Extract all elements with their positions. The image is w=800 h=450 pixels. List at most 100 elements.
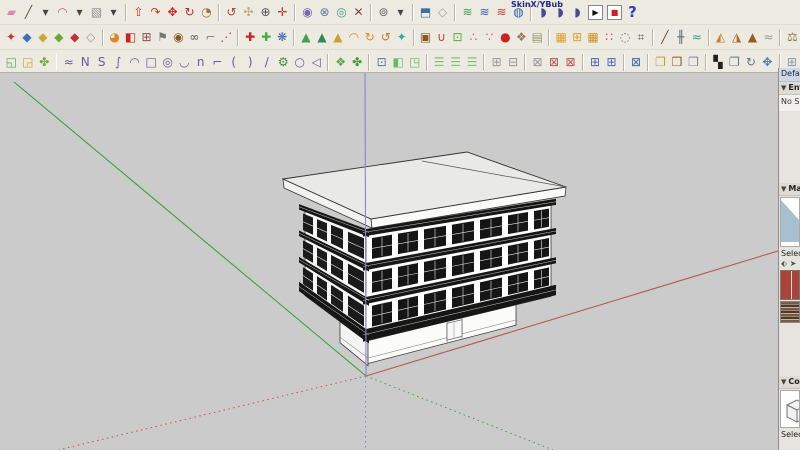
dotted-arc-button[interactable]: ⋰ — [218, 27, 234, 48]
grid-orange-3-button[interactable]: ▦ — [585, 27, 601, 48]
dots-pink-2-button[interactable]: ∵ — [481, 27, 497, 48]
snap-icon-3-button[interactable]: ✤ — [36, 52, 53, 73]
wedge-tool-button[interactable]: ◁ — [308, 52, 325, 73]
curl-orange-button[interactable]: ↻ — [362, 27, 378, 48]
round-tool-3-button[interactable]: ◎ — [333, 2, 350, 23]
tree-green-2-button[interactable]: ▲ — [314, 27, 330, 48]
grid-blue-1-button[interactable]: ⊞ — [587, 52, 604, 73]
3d-viewport[interactable] — [0, 72, 778, 450]
list-green-plus-button[interactable]: ☰ — [447, 52, 464, 73]
arc-tool-button[interactable]: ◠ — [54, 2, 71, 23]
dots-red-button[interactable]: ∷ — [601, 27, 617, 48]
n-curve-button[interactable]: n — [192, 52, 209, 73]
help-button[interactable]: ? — [624, 2, 641, 23]
leaf-icon-2-button[interactable]: ✤ — [349, 52, 366, 73]
offset-tool-button[interactable]: ◔ — [198, 2, 215, 23]
stop-button[interactable]: ■ — [607, 5, 622, 20]
list-green-minus-button[interactable]: ☰ — [464, 52, 481, 73]
grid-blue-2-button[interactable]: ⊞ — [603, 52, 620, 73]
grid-blue-3-button[interactable]: ⊠ — [628, 52, 645, 73]
tag-minus-button[interactable]: ⊟ — [505, 52, 522, 73]
round-tool-2-button[interactable]: ⊗ — [316, 2, 333, 23]
materials-header[interactable]: ▼Ma — [779, 183, 800, 196]
followme-tool-button[interactable]: ↷ — [147, 2, 164, 23]
rotate-tool-button[interactable]: ↻ — [181, 2, 198, 23]
swap-tool-button[interactable]: ✕ — [350, 2, 367, 23]
wrench-icon-button[interactable]: ⚙ — [275, 52, 292, 73]
ellipse-tool-button[interactable]: ○ — [291, 52, 308, 73]
swoosh-teal-button[interactable]: ≈ — [689, 27, 705, 48]
stack-green-button[interactable]: ≋ — [459, 2, 476, 23]
table-icon-button[interactable]: ⊞ — [139, 27, 155, 48]
diamond-yellow-button[interactable]: ◆ — [35, 27, 51, 48]
rotate-small-button[interactable]: ↻ — [743, 52, 760, 73]
material-texture-swatch[interactable] — [780, 301, 800, 323]
materials-nav-icons[interactable]: ⬖ ➤ — [779, 258, 800, 269]
star-teal-button[interactable]: ✦ — [394, 27, 410, 48]
circle-dot-button[interactable]: ◎ — [159, 52, 176, 73]
crate-green-button[interactable]: ⊡ — [450, 27, 466, 48]
comp-yellow-button[interactable]: ❒ — [652, 52, 669, 73]
play-button[interactable]: ▶ — [588, 5, 603, 20]
entity-info-header[interactable]: ▼Ent — [779, 82, 800, 95]
pencil-tool-button[interactable]: ╱ — [657, 27, 673, 48]
stack-blue-button[interactable]: ≋ — [476, 2, 493, 23]
gate-icon-button[interactable]: ╫ — [673, 27, 689, 48]
comp-brown-button[interactable]: ❒ — [669, 52, 686, 73]
spline-tool-button[interactable]: ∫ — [110, 52, 127, 73]
fence-icon-button[interactable]: ▤ — [529, 27, 545, 48]
dots-pink-1-button[interactable]: ∴ — [465, 27, 481, 48]
arc-low-button[interactable]: ◡ — [176, 52, 193, 73]
snap-icon-1-button[interactable]: ◱ — [3, 52, 20, 73]
active-material-swatch[interactable] — [780, 270, 800, 300]
dropdown-arc-button[interactable]: ▾ — [71, 2, 88, 23]
dog-icon-button[interactable]: ◉ — [170, 27, 186, 48]
loop-orange-button[interactable]: ↺ — [378, 27, 394, 48]
snowflake-blue-button[interactable]: ❋ — [274, 27, 290, 48]
grid-orange-2-button[interactable]: ⊞ — [569, 27, 585, 48]
rectangle-tool-button[interactable]: ▧ — [88, 2, 105, 23]
move-tool-button[interactable]: ✥ — [164, 2, 181, 23]
components-select-tab[interactable]: Select — [779, 429, 800, 439]
ball-red-button[interactable]: ● — [497, 27, 513, 48]
move-blue-button[interactable]: ✥ — [759, 52, 776, 73]
bezier-tool-button[interactable]: S — [93, 52, 110, 73]
orbit-tool-button[interactable]: ↺ — [223, 2, 240, 23]
polyline-tool-button[interactable]: N — [77, 52, 94, 73]
arc-purple-button[interactable]: ◠ — [126, 52, 143, 73]
paren-right-button[interactable]: ) — [242, 52, 259, 73]
tree-green-1-button[interactable]: ▲ — [298, 27, 314, 48]
diamond-red-button[interactable]: ◆ — [67, 27, 83, 48]
line-tool-button[interactable]: ╱ — [20, 2, 37, 23]
slash-purple-button[interactable]: / — [258, 52, 275, 73]
select-cube-button[interactable]: ⊡ — [373, 52, 390, 73]
pushpull-tool-button[interactable]: ⇧ — [130, 2, 147, 23]
materials-select-tab[interactable]: Select — [779, 248, 800, 258]
tag-plus-button[interactable]: ⊞ — [488, 52, 505, 73]
list-green-1-button[interactable]: ☰ — [431, 52, 448, 73]
pacman-orange-button[interactable]: ◕ — [107, 27, 123, 48]
tile-red-button[interactable]: ◧ — [123, 27, 139, 48]
hook-icon-button[interactable]: ⌐ — [202, 27, 218, 48]
eraser-tool-button[interactable]: ▰ — [3, 2, 20, 23]
magnet-red-button[interactable]: ∪ — [434, 27, 450, 48]
soften-tool-button[interactable]: ◇ — [434, 2, 451, 23]
snap-icon-2-button[interactable]: ◲ — [20, 52, 37, 73]
circle-dashed-button[interactable]: ◌ — [617, 27, 633, 48]
hook-purple-button[interactable]: ⌐ — [209, 52, 226, 73]
flag-icon-button[interactable]: ⚑ — [155, 27, 171, 48]
marker-red-button[interactable]: ✦ — [3, 27, 19, 48]
round-tool-1-button[interactable]: ◉ — [299, 2, 316, 23]
leaf-icon-1-button[interactable]: ❖ — [332, 52, 349, 73]
dropdown-line-button[interactable]: ▾ — [37, 2, 54, 23]
texture-tool-button[interactable]: ⬒ — [417, 2, 434, 23]
cross-red-button[interactable]: ✚ — [242, 27, 258, 48]
glasses-icon-button[interactable]: ∞ — [186, 27, 202, 48]
skin-tool-3-button[interactable]: ◗ — [569, 2, 586, 23]
freehand-curve-button[interactable]: ≈ — [60, 52, 77, 73]
terrain-3-button[interactable]: ▲ — [745, 27, 761, 48]
tray-title[interactable]: Defaul — [779, 68, 800, 82]
diamond-green-button[interactable]: ◆ — [51, 27, 67, 48]
dropdown-walk-button[interactable]: ▾ — [392, 2, 409, 23]
walk-tool-button[interactable]: ⊚ — [375, 2, 392, 23]
